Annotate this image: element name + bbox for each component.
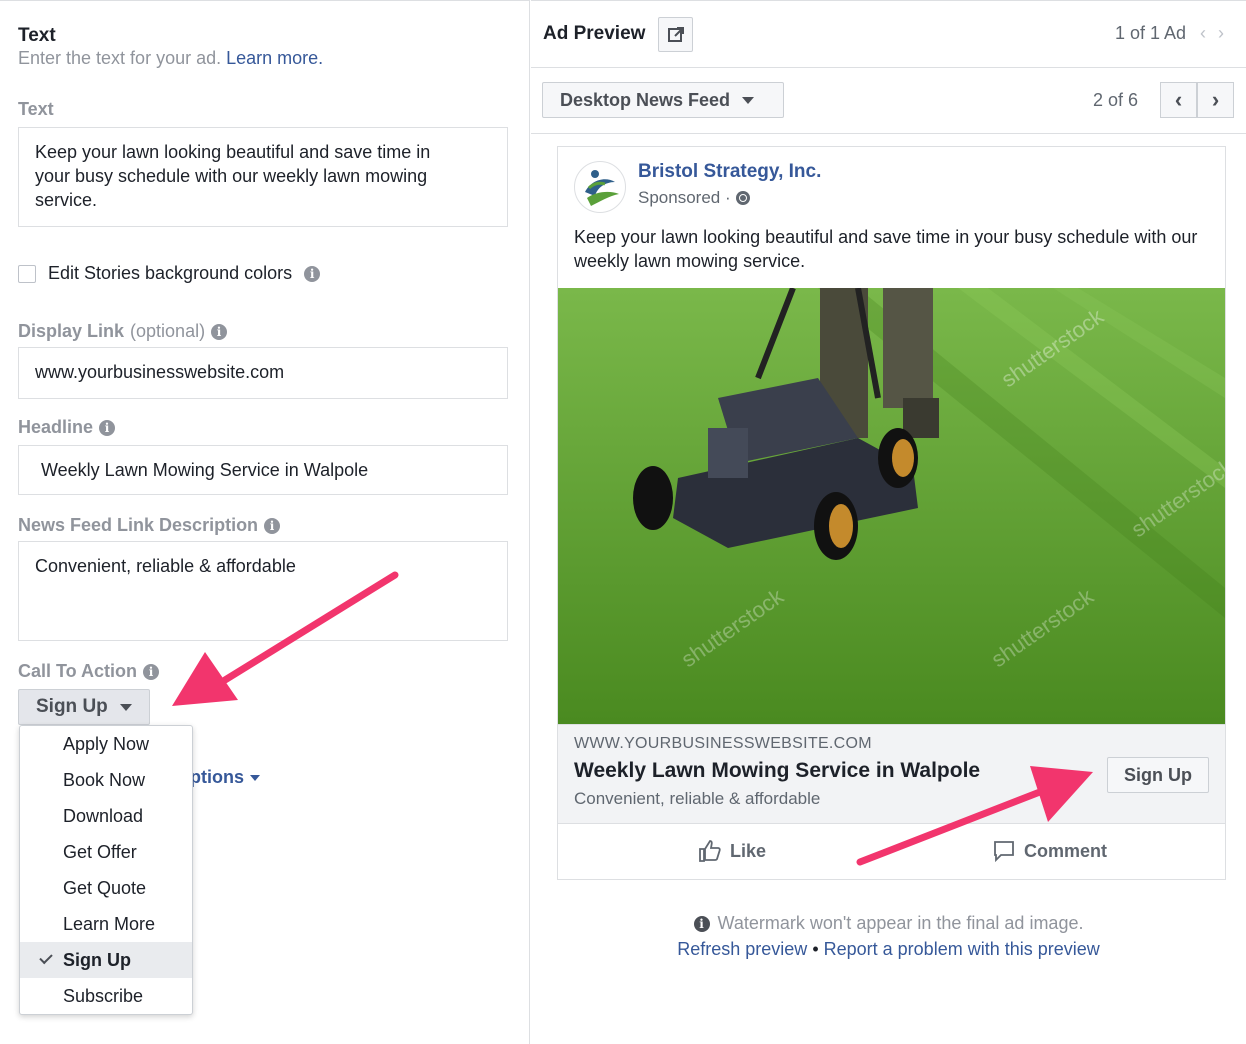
sponsored-label: Sponsored · [638, 188, 750, 208]
link-separator: • [807, 939, 824, 959]
chevron-left-icon: ‹ [1174, 87, 1183, 112]
cta-option-book-now[interactable]: Book Now [20, 762, 192, 798]
info-icon: i [693, 916, 710, 932]
page-logo[interactable] [574, 161, 626, 213]
cta-dropdown-menu: Apply Now Book Now Download Get Offer Get Qu… [19, 725, 193, 1015]
headline-label: Headline [18, 417, 94, 437]
preview-title: Ad Preview [543, 23, 646, 44]
cta-option-download[interactable]: Download [20, 798, 192, 834]
chevron-left-icon[interactable]: ‹ [1200, 23, 1218, 43]
open-external-button[interactable] [658, 17, 693, 52]
globe-icon [735, 191, 750, 205]
info-icon[interactable]: i [304, 265, 321, 282]
chevron-right-icon: › [1211, 87, 1220, 112]
ad-preview-panel: Ad Preview 1 of 1 Ad ‹› Desktop News Fee… [531, 0, 1246, 1044]
external-link-icon [667, 26, 684, 42]
post-text: Keep your lawn looking beautiful and sav… [574, 227, 1198, 271]
caret-down-icon [119, 703, 132, 711]
next-placement-button[interactable]: › [1197, 82, 1234, 118]
cta-dropdown-value: Sign Up [36, 696, 108, 717]
display-link-label-row: Display Link (optional) i [18, 321, 228, 342]
cta-label: Call To Action [18, 661, 137, 681]
link-desc-field[interactable]: Convenient, reliable & affordable [18, 541, 508, 641]
prev-placement-button[interactable]: ‹ [1160, 82, 1197, 118]
info-icon[interactable]: i [143, 663, 159, 680]
show-more-options-link[interactable]: ptions [190, 767, 260, 788]
cta-option-learn-more[interactable]: Learn More [20, 906, 192, 942]
link-desc-label-row: News Feed Link Description i [18, 515, 281, 536]
ad-image[interactable]: shutterstock shutterstock shutterstock s… [558, 288, 1225, 724]
comment-icon [994, 841, 1014, 863]
caret-down-icon [742, 96, 755, 104]
learn-more-link[interactable]: Learn more. [226, 48, 323, 68]
display-link-field[interactable]: www.yourbusinesswebsite.com [18, 347, 508, 399]
like-action[interactable]: Like [698, 839, 766, 863]
stories-bg-checkbox[interactable] [18, 264, 36, 283]
preview-footer-links: Refresh preview • Report a problem with … [531, 939, 1246, 960]
post-header: Bristol Strategy, Inc. Sponsored · Keep … [558, 147, 1225, 287]
lawn-mower-image: shutterstock shutterstock shutterstock s… [558, 288, 1225, 724]
link-description: Convenient, reliable & affordable [574, 789, 821, 808]
cta-dropdown-button[interactable]: Sign Up [18, 689, 150, 725]
stories-bg-row[interactable]: Edit Stories background colors i [18, 263, 321, 284]
bristol-logo-icon [585, 170, 619, 206]
link-domain: WWW.YOURBUSINESSWEBSITE.COM [574, 735, 872, 752]
more-options-text: ptions [190, 767, 244, 787]
display-link-label: Display Link [18, 321, 125, 341]
comment-action[interactable]: Comment [992, 839, 1107, 863]
info-icon[interactable]: i [264, 517, 281, 534]
refresh-preview-link[interactable]: Refresh preview [677, 939, 807, 959]
ad-pager[interactable]: ‹› [1200, 23, 1236, 44]
section-subtitle-text: Enter the text for your ad. [18, 48, 222, 68]
cta-option-subscribe[interactable]: Subscribe [20, 978, 192, 1014]
text-field[interactable]: Keep your lawn looking beautiful and sav… [18, 127, 508, 227]
headline-label-row: Headline i [18, 417, 116, 438]
caret-down-icon [250, 774, 260, 781]
placement-value: Desktop News Feed [560, 89, 731, 110]
like-label: Like [730, 840, 767, 861]
chevron-right-icon[interactable]: › [1218, 23, 1236, 43]
link-desc-label: News Feed Link Description [18, 515, 259, 535]
page-name[interactable]: Bristol Strategy, Inc. [638, 161, 821, 183]
report-problem-link[interactable]: Report a problem with this preview [824, 939, 1100, 959]
text-label: Text [18, 99, 54, 119]
ad-count: 1 of 1 Ad [1114, 23, 1186, 43]
section-subtitle: Enter the text for your ad. Learn more. [18, 48, 323, 69]
info-icon[interactable]: i [211, 323, 228, 340]
link-attachment[interactable]: WWW.YOURBUSINESSWEBSITE.COM Weekly Lawn … [558, 724, 1225, 824]
watermark-note-text: Watermark won't appear in the final ad i… [717, 913, 1084, 933]
thumbs-up-icon [699, 840, 721, 862]
cta-option-get-offer[interactable]: Get Offer [20, 834, 192, 870]
placement-dropdown[interactable]: Desktop News Feed [542, 82, 784, 118]
optional-tag: (optional) [130, 321, 206, 341]
link-headline: Weekly Lawn Mowing Service in Walpole [574, 759, 981, 782]
post-actions: Like Comment [558, 825, 1225, 879]
ad-preview-card: Bristol Strategy, Inc. Sponsored · Keep … [557, 146, 1226, 880]
watermark-note: i Watermark won't appear in the final ad … [531, 913, 1246, 934]
headline-field[interactable]: Weekly Lawn Mowing Service in Walpole [18, 445, 508, 495]
cta-option-apply-now[interactable]: Apply Now [20, 726, 192, 762]
cta-label-row: Call To Action i [18, 661, 159, 682]
ad-editor-panel: Text Enter the text for your ad. Learn m… [0, 0, 530, 1044]
sponsored-text: Sponsored · [638, 188, 731, 207]
preview-header: Ad Preview 1 of 1 Ad ‹› [531, 1, 1246, 68]
info-icon[interactable]: i [99, 419, 116, 436]
stories-bg-label: Edit Stories background colors [48, 263, 293, 283]
preview-cta-button[interactable]: Sign Up [1107, 757, 1209, 793]
cta-option-sign-up[interactable]: Sign Up [20, 942, 192, 978]
placement-bar: Desktop News Feed 2 of 6 ‹ › [531, 68, 1246, 134]
cta-option-get-quote[interactable]: Get Quote [20, 870, 192, 906]
section-title: Text [18, 25, 56, 46]
placement-count: 2 of 6 [1093, 90, 1139, 110]
comment-label: Comment [1024, 840, 1108, 861]
